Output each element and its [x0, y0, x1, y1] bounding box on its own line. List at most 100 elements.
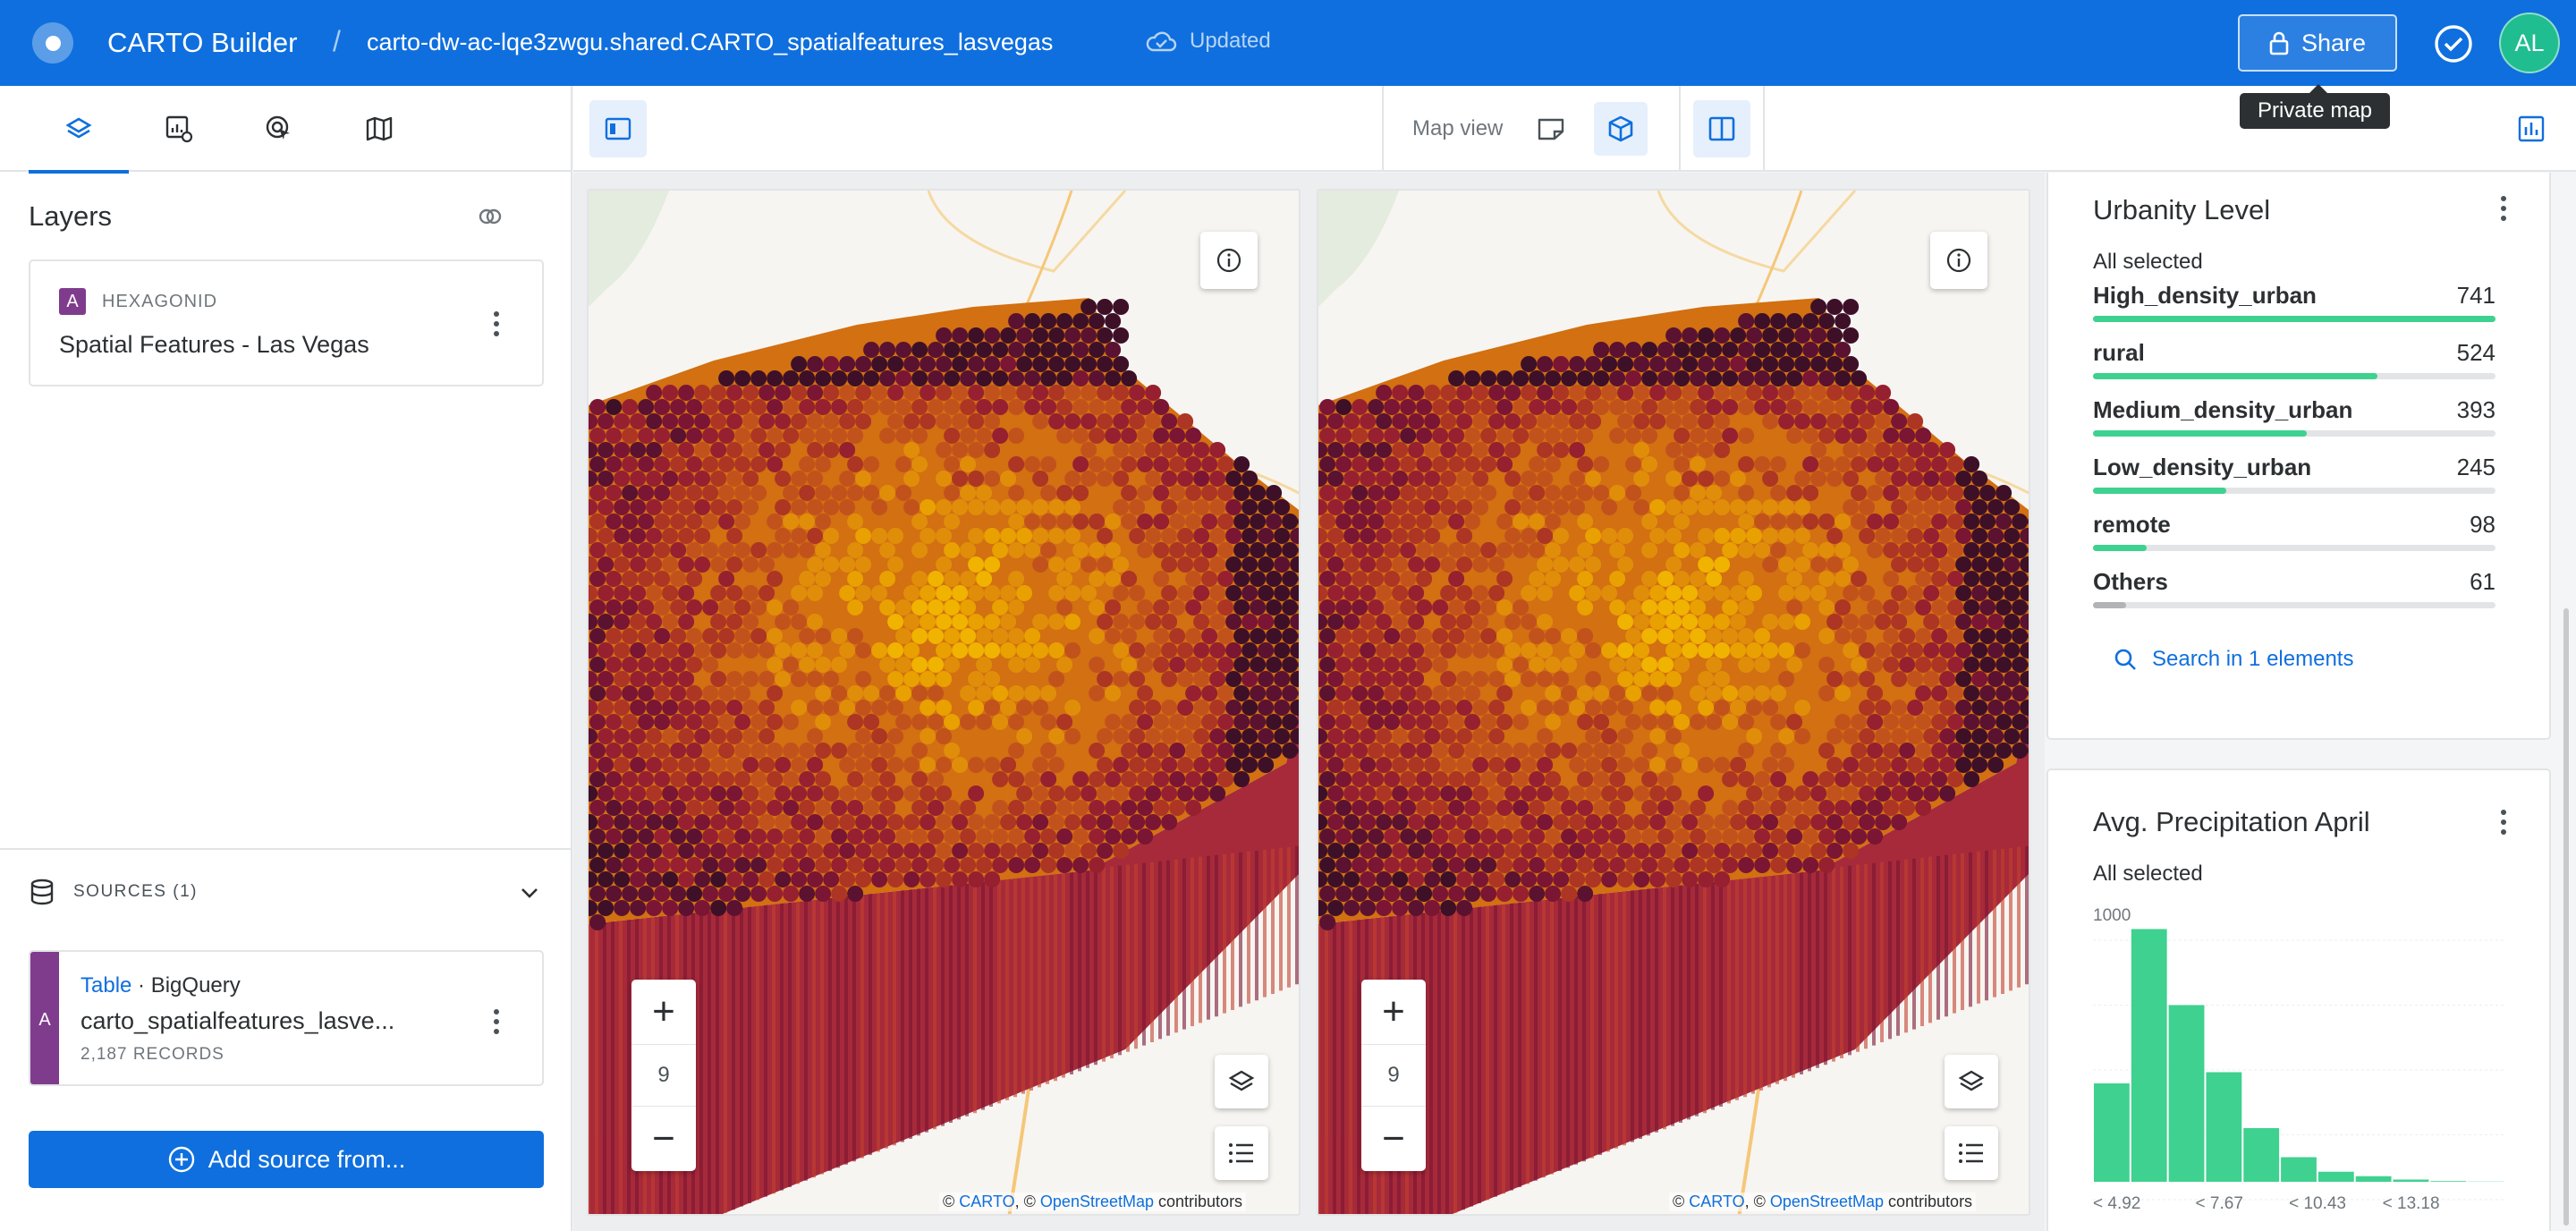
hexagon-cell [1529, 714, 1546, 730]
histogram-bar[interactable] [2131, 929, 2167, 1183]
hexagon-cell [1352, 485, 1368, 501]
hexagon-cell [734, 857, 751, 873]
hexagon-cell [654, 485, 671, 501]
hexagon-cell [831, 485, 848, 501]
hexagon-cell [670, 886, 687, 902]
zoom-in-button[interactable]: + [1361, 980, 1426, 1044]
layers-toggle-button[interactable] [1215, 1055, 1268, 1108]
layers-toggle-button[interactable] [1945, 1055, 1998, 1108]
hexagon-cell [1593, 714, 1610, 730]
histogram-bar[interactable] [2355, 1176, 2392, 1182]
hexagon-cell [928, 628, 945, 644]
category-row[interactable]: remote 98 [2093, 511, 2496, 563]
histogram-bar[interactable] [2281, 1157, 2317, 1183]
category-row[interactable]: rural 524 [2093, 339, 2496, 391]
widget-more-options-icon[interactable] [2501, 196, 2506, 221]
hexagon-cell [710, 843, 727, 859]
layer-more-options-icon[interactable] [494, 311, 499, 336]
legend-button[interactable] [1215, 1126, 1268, 1180]
histogram-bar[interactable] [2243, 1128, 2280, 1182]
hexagon-cell [1963, 571, 1980, 587]
zoom-out-button[interactable]: − [1361, 1107, 1426, 1171]
hexagon-cell [1464, 857, 1481, 873]
hexagon-cell [767, 370, 784, 386]
hexagon-cell [702, 514, 719, 530]
category-row[interactable]: Others 61 [2093, 568, 2496, 620]
hexagon-cell [1496, 828, 1513, 845]
histogram-bar[interactable] [2206, 1072, 2242, 1183]
add-source-button[interactable]: Add source from... [29, 1131, 544, 1188]
histogram-bar[interactable] [2168, 1005, 2205, 1183]
legend-button[interactable] [1945, 1126, 1998, 1180]
histogram-bar[interactable] [2393, 1179, 2429, 1183]
widget-more-options-icon[interactable] [2501, 810, 2506, 835]
hexagon-cell [1448, 628, 1465, 644]
tab-basemap[interactable] [329, 86, 429, 172]
source-kind-link[interactable]: Table [80, 973, 131, 998]
widgets-chart-icon[interactable] [2517, 115, 2546, 143]
map-right[interactable]: + 9 − © CARTO, © OpenStreetMap contribut… [1317, 189, 2030, 1216]
layer-card[interactable]: A HEXAGONID Spatial Features - Las Vegas [29, 259, 544, 386]
hexagon-cell [1008, 428, 1025, 444]
attribution-carto-link[interactable]: CARTO [959, 1193, 1014, 1210]
map-left[interactable]: + 9 − © CARTO, © OpenStreetMap contribut… [587, 189, 1301, 1216]
category-row[interactable]: Low_density_urban 245 [2093, 454, 2496, 505]
hexagon-cell [1665, 757, 1682, 773]
tab-layers[interactable] [29, 86, 129, 174]
hexagon-cell [710, 700, 727, 716]
hexagon-cell [1327, 499, 1344, 515]
widgets-scrollbar[interactable] [2563, 608, 2569, 1226]
attribution-osm-link[interactable]: OpenStreetMap [1770, 1193, 1884, 1210]
hexagon-cell [654, 428, 671, 444]
attribution-carto-link[interactable]: CARTO [1689, 1193, 1744, 1210]
hexagon-cell [1947, 714, 1964, 730]
link-icon[interactable] [476, 202, 504, 231]
histogram-bar[interactable] [2318, 1171, 2354, 1182]
3d-view-button[interactable] [1594, 102, 1648, 156]
hexagon-cell [1553, 585, 1570, 601]
hexagon-cell [1137, 456, 1154, 472]
category-row[interactable]: High_density_urban 741 [2093, 282, 2496, 334]
histogram-bar[interactable] [2094, 1083, 2130, 1182]
user-avatar[interactable]: AL [2499, 13, 2560, 73]
hexagon-cell [1233, 714, 1250, 730]
tab-interactions[interactable] [229, 86, 329, 172]
hexagon-cell [1193, 671, 1210, 687]
precipitation-histogram[interactable]: 1000< 4.92 < 7.67 < 10.43 < 13.18 [2084, 904, 2549, 1209]
tab-widgets[interactable] [129, 86, 229, 172]
hexagon-cell [1601, 728, 1618, 744]
hexagon-cell [1335, 800, 1352, 816]
hexagon-cell [1352, 685, 1368, 701]
map-name[interactable]: carto-dw-ac-lqe3zwgu.shared.CARTO_spatia… [367, 29, 1053, 56]
hexagon-cell [1368, 428, 1385, 444]
search-elements-link[interactable]: Search in 1 elements [2113, 647, 2353, 672]
hexagon-cell [847, 857, 864, 873]
toggle-panel-button[interactable] [589, 100, 647, 157]
hexagon-cell [758, 757, 775, 773]
check-circle-icon[interactable] [2433, 23, 2474, 64]
zoom-in-button[interactable]: + [631, 980, 696, 1044]
split-view-button[interactable] [1679, 86, 1765, 172]
zoom-out-button[interactable]: − [631, 1107, 696, 1171]
share-button[interactable]: Share [2238, 14, 2397, 72]
source-card[interactable]: A Table · BigQuery carto_spatialfeatures… [29, 950, 544, 1086]
sources-header[interactable]: SOURCES (1) [0, 848, 571, 934]
attribution-osm-link[interactable]: OpenStreetMap [1040, 1193, 1154, 1210]
hexagon-cell [855, 757, 872, 773]
hexagon-cell [1097, 614, 1114, 630]
hexagon-cell [1521, 442, 1538, 458]
hexagon-cell [1641, 771, 1658, 787]
hexagon-cell [1343, 757, 1360, 773]
hexagon-cell [775, 385, 792, 401]
category-row[interactable]: Medium_density_urban 393 [2093, 396, 2496, 448]
hexagon-cell [597, 413, 614, 429]
histogram-bar[interactable] [2430, 1181, 2467, 1182]
chevron-down-icon[interactable] [519, 886, 540, 900]
2d-view-button[interactable] [1524, 102, 1578, 156]
info-button[interactable] [1930, 232, 1987, 289]
info-button[interactable] [1200, 232, 1258, 289]
hexagon-cell [1266, 657, 1283, 673]
hexagon-cell [1368, 685, 1385, 701]
source-more-options-icon[interactable] [494, 1009, 499, 1034]
carto-logo-icon[interactable] [32, 22, 73, 64]
